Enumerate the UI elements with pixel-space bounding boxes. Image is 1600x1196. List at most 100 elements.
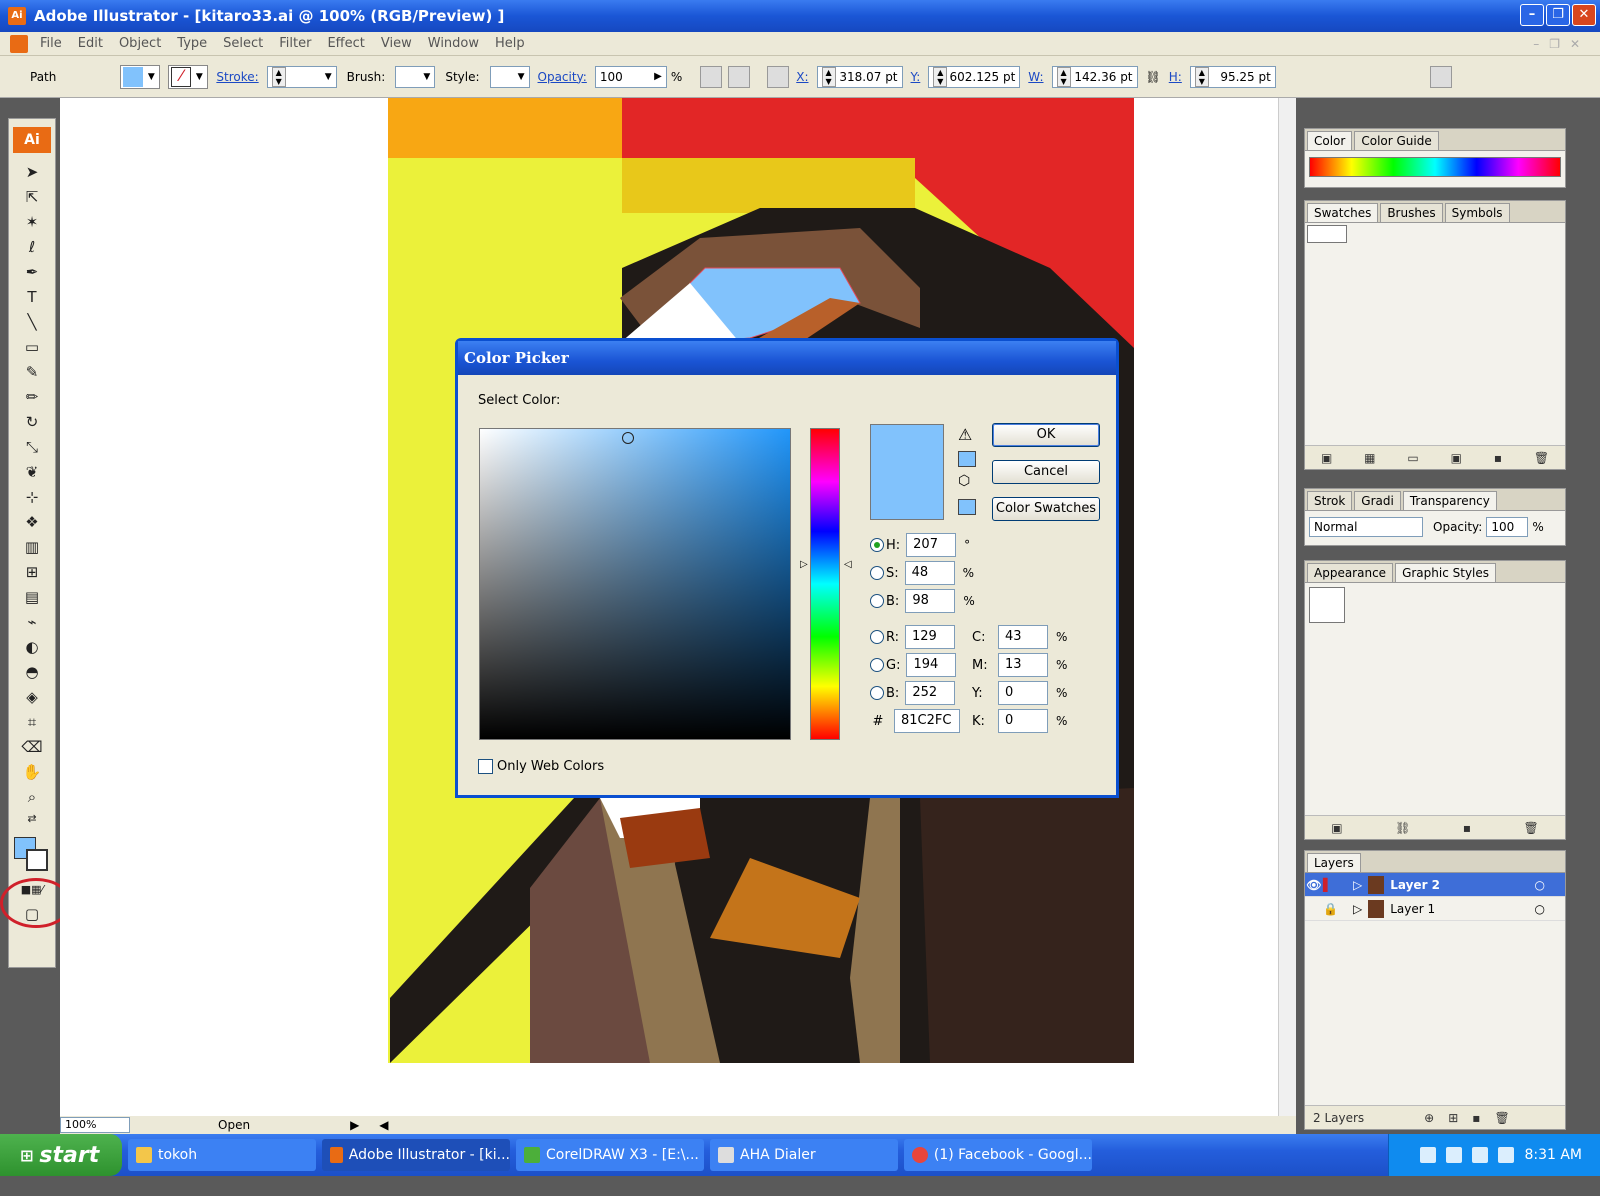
type-tool-icon[interactable]: T: [19, 286, 45, 308]
layer-row-layer-1[interactable]: 🔒 ▷ Layer 1 ○: [1305, 897, 1565, 921]
only-web-colors-checkbox[interactable]: [478, 759, 493, 774]
expand-arrow-icon[interactable]: ▷: [1353, 902, 1362, 916]
x-position-field[interactable]: ▲ ▼ 318.07 pt: [816, 65, 903, 88]
stroke-color-dropdown[interactable]: ⁄ ▼: [168, 64, 209, 89]
tab-brushes[interactable]: Brushes: [1380, 203, 1443, 222]
tab-layers[interactable]: Layers: [1307, 853, 1361, 872]
style-library-icon[interactable]: ▣: [1331, 821, 1342, 835]
stroke-weight-field[interactable]: ▲ ▼ ▼: [266, 65, 337, 88]
h-label[interactable]: H:: [1169, 70, 1182, 84]
hand-tool-icon[interactable]: ✋: [19, 761, 45, 783]
live-paint-selection-icon[interactable]: ◈: [19, 686, 45, 708]
document-icon[interactable]: [10, 34, 28, 53]
document-window-controls[interactable]: –❐✕: [1533, 37, 1590, 51]
stroke-color-box[interactable]: [26, 849, 48, 871]
bridge-icon[interactable]: [1429, 65, 1452, 88]
ok-button[interactable]: OK: [992, 423, 1100, 447]
layer-name[interactable]: Layer 2: [1390, 878, 1440, 892]
yellow-field[interactable]: 0: [998, 681, 1048, 705]
brush-dropdown[interactable]: ▼: [395, 65, 436, 88]
rotate-tool-icon[interactable]: ↻: [19, 411, 45, 433]
locate-object-icon[interactable]: ⊕: [1424, 1111, 1434, 1125]
menu-file[interactable]: File: [32, 36, 70, 51]
constrain-link-icon[interactable]: ⛓: [1146, 70, 1161, 84]
stroke-label[interactable]: Stroke:: [216, 70, 258, 84]
menu-select[interactable]: Select: [215, 36, 271, 51]
clipping-mask-icon[interactable]: ⊞: [1448, 1111, 1458, 1125]
reference-point-icon[interactable]: [767, 65, 790, 88]
none-swatch-icon[interactable]: [1307, 225, 1347, 243]
menu-filter[interactable]: Filter: [271, 36, 319, 51]
paintbrush-tool-icon[interactable]: ✎: [19, 361, 45, 383]
fill-stroke-widget[interactable]: [12, 835, 52, 875]
menu-edit[interactable]: Edit: [70, 36, 111, 51]
pen-tool-icon[interactable]: ✒: [19, 261, 45, 283]
hue-slider[interactable]: [810, 428, 840, 740]
gamut-swatch[interactable]: [958, 451, 976, 467]
clock[interactable]: 8:31 AM: [1524, 1147, 1582, 1163]
swatch-options-icon[interactable]: ▭: [1407, 451, 1418, 465]
default-graphic-style[interactable]: [1309, 587, 1345, 623]
green-radio[interactable]: [870, 658, 884, 672]
delete-swatch-icon[interactable]: 🗑: [1534, 451, 1549, 465]
web-safe-swatch[interactable]: [958, 499, 976, 515]
align-icon[interactable]: [728, 65, 751, 88]
opacity-field[interactable]: 100 ▶: [594, 65, 667, 88]
cyan-field[interactable]: 43: [998, 625, 1048, 649]
symbol-sprayer-tool-icon[interactable]: ❖: [19, 511, 45, 533]
x-label[interactable]: X:: [796, 70, 808, 84]
delete-layer-icon[interactable]: 🗑: [1494, 1111, 1509, 1125]
help-tray-icon[interactable]: [1420, 1147, 1437, 1163]
tab-transparency[interactable]: Transparency: [1402, 491, 1497, 510]
pencil-tool-icon[interactable]: ✏: [19, 386, 45, 408]
saturation-brightness-field[interactable]: [479, 428, 791, 740]
direct-selection-tool-icon[interactable]: ⇱: [19, 186, 45, 208]
red-field[interactable]: 129: [905, 625, 956, 649]
hue-slider-right-arrow-icon[interactable]: ◁: [844, 559, 852, 570]
target-circle-icon[interactable]: ○: [1535, 878, 1545, 892]
blue-field[interactable]: 252: [905, 681, 956, 705]
menu-window[interactable]: Window: [420, 36, 487, 51]
tab-gradient[interactable]: Gradi: [1354, 491, 1401, 510]
warp-tool-icon[interactable]: ❦: [19, 461, 45, 483]
w-label[interactable]: W:: [1028, 70, 1043, 84]
eyedropper-tool-icon[interactable]: ⌁: [19, 611, 45, 633]
menu-effect[interactable]: Effect: [319, 36, 372, 51]
taskbar-item-illustrator[interactable]: Adobe Illustrator - [ki...: [322, 1139, 510, 1171]
spinner-icon[interactable]: ▲ ▼: [1056, 66, 1071, 87]
display-tray-icon[interactable]: [1498, 1147, 1515, 1163]
menu-object[interactable]: Object: [111, 36, 169, 51]
swatch-library-icon[interactable]: ▣: [1321, 451, 1332, 465]
taskbar-item-aha-dialer[interactable]: AHA Dialer: [710, 1139, 898, 1171]
style-dropdown[interactable]: ▼: [489, 65, 530, 88]
taskbar-item-chrome[interactable]: (1) Facebook - Googl...: [904, 1139, 1092, 1171]
magic-wand-tool-icon[interactable]: ✶: [19, 211, 45, 233]
recolor-artwork-icon[interactable]: [700, 65, 723, 88]
tab-swatches[interactable]: Swatches: [1307, 203, 1379, 222]
mesh-tool-icon[interactable]: ⊞: [19, 561, 45, 583]
taskbar-item-tokoh[interactable]: tokoh: [128, 1139, 316, 1171]
zoom-field[interactable]: 100%: [60, 1117, 130, 1133]
only-web-colors[interactable]: Only Web Colors: [478, 759, 604, 774]
saturation-field[interactable]: 48: [904, 561, 955, 585]
color-spectrum-ramp[interactable]: [1309, 157, 1561, 177]
rectangle-tool-icon[interactable]: ▭: [19, 336, 45, 358]
chevron-right-icon[interactable]: ▶: [654, 71, 662, 82]
network-tray-icon[interactable]: [1446, 1147, 1463, 1163]
green-field[interactable]: 194: [906, 653, 957, 677]
selection-tool-icon[interactable]: ➤: [19, 161, 45, 183]
swatch-kind-icon[interactable]: ▦: [1364, 451, 1375, 465]
color-swatches-button[interactable]: Color Swatches: [992, 497, 1100, 521]
brightness-radio[interactable]: [870, 594, 884, 608]
layer-row-layer-2[interactable]: 👁 ▌ ▷ Layer 2 ○: [1305, 873, 1565, 897]
taskbar-item-coreldraw[interactable]: CorelDRAW X3 - [E:\...: [516, 1139, 704, 1171]
free-transform-tool-icon[interactable]: ⊹: [19, 486, 45, 508]
magenta-field[interactable]: 13: [998, 653, 1048, 677]
spinner-icon[interactable]: ▲ ▼: [1194, 66, 1209, 87]
eye-icon[interactable]: 👁: [1305, 878, 1323, 892]
brightness-field[interactable]: 98: [905, 589, 956, 613]
status-menu-arrow-icon[interactable]: ▶: [350, 1118, 359, 1132]
delete-style-icon[interactable]: 🗑: [1523, 821, 1538, 835]
new-layer-icon[interactable]: ▪: [1472, 1111, 1480, 1125]
tab-color-guide[interactable]: Color Guide: [1354, 131, 1439, 150]
